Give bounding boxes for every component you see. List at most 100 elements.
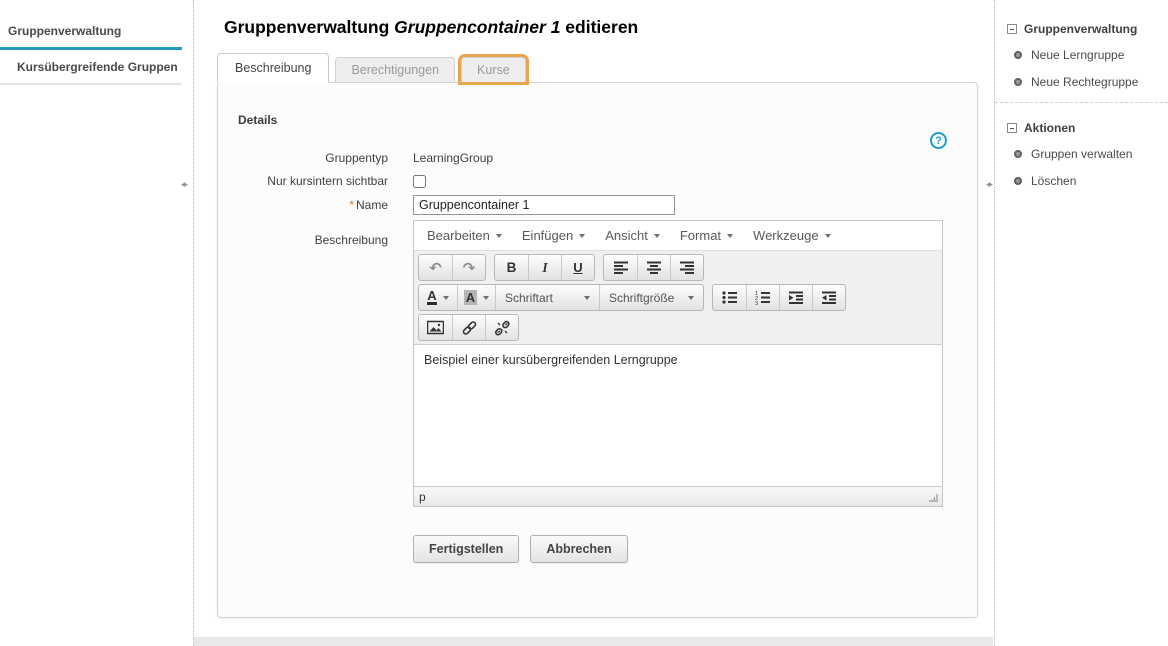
media-link-group	[418, 314, 519, 341]
chevron-down-icon	[584, 296, 590, 300]
menu-einfuegen[interactable]: Einfügen	[512, 221, 595, 250]
right-section-aktionen[interactable]: Aktionen	[1007, 121, 1164, 135]
sidebar-item-gruppenverwaltung[interactable]: Gruppenverwaltung	[0, 24, 182, 50]
indent-icon	[788, 290, 804, 305]
gruppentyp-value: LearningGroup	[413, 151, 493, 165]
page-title-group-name: Gruppencontainer 1	[394, 17, 560, 37]
link-label: Gruppen verwalten	[1031, 147, 1132, 161]
insert-link-button[interactable]	[452, 315, 485, 340]
chevron-down-icon	[483, 296, 489, 300]
text-style-group: B I U	[494, 254, 595, 281]
align-left-icon	[613, 260, 629, 275]
numbered-list-button[interactable]: 123	[746, 285, 779, 310]
bold-icon: B	[507, 260, 517, 275]
undo-button[interactable]: ↶	[419, 255, 452, 280]
name-input[interactable]	[413, 195, 675, 215]
form-row-kursintern: Nur kursintern sichtbar	[238, 172, 957, 190]
underline-button[interactable]: U	[561, 255, 594, 280]
chevron-down-icon	[727, 234, 733, 238]
link-neue-rechtegruppe[interactable]: Neue Rechtegruppe	[1014, 75, 1164, 89]
indent-button[interactable]	[779, 285, 812, 310]
right-column-resize-handle[interactable]: ◂▸	[986, 179, 991, 190]
align-right-button[interactable]	[670, 255, 703, 280]
menu-werkzeuge[interactable]: Werkzeuge	[743, 221, 841, 250]
undo-redo-group: ↶ ↷	[418, 254, 486, 281]
section-title: Gruppenverwaltung	[1024, 22, 1137, 36]
remove-link-button[interactable]	[485, 315, 518, 340]
menu-ansicht[interactable]: Ansicht	[595, 221, 670, 250]
link-label: Neue Lerngruppe	[1031, 48, 1124, 62]
chevron-down-icon	[579, 234, 585, 238]
link-label: Löschen	[1031, 174, 1076, 188]
fertigstellen-button[interactable]: Fertigstellen	[413, 535, 519, 563]
font-size-select[interactable]: Schriftgröße	[599, 285, 703, 310]
redo-icon: ↷	[463, 259, 476, 277]
page-title: Gruppenverwaltung Gruppencontainer 1 edi…	[224, 17, 994, 38]
required-marker: *	[349, 198, 354, 212]
list-indent-group: 123	[712, 284, 846, 311]
align-center-button[interactable]	[637, 255, 670, 280]
collapse-icon[interactable]	[1007, 24, 1017, 34]
link-loeschen[interactable]: Löschen	[1014, 174, 1164, 188]
svg-text:3: 3	[755, 301, 758, 305]
tab-label: Berechtigungen	[351, 63, 439, 77]
page-title-prefix: Gruppenverwaltung	[224, 17, 394, 37]
bullet-icon	[1014, 177, 1022, 185]
menu-format[interactable]: Format	[670, 221, 743, 250]
resize-grip-icon[interactable]	[928, 491, 939, 502]
bullet-list-button[interactable]	[713, 285, 746, 310]
tab-bar: Beschreibung Berechtigungen Kurse	[217, 53, 994, 82]
right-sidebar: Gruppenverwaltung Neue Lerngruppe Neue R…	[994, 0, 1168, 646]
link-icon	[461, 320, 478, 336]
form-panel: Details ? Gruppentyp LearningGroup Nur k…	[217, 82, 978, 618]
align-left-button[interactable]	[604, 255, 637, 280]
outdent-icon	[821, 290, 837, 305]
menu-bearbeiten[interactable]: Bearbeiten	[417, 221, 512, 250]
italic-icon: I	[542, 260, 547, 276]
align-center-icon	[646, 260, 662, 275]
gruppentyp-label: Gruppentyp	[238, 151, 388, 165]
underline-icon: U	[573, 260, 582, 275]
help-icon[interactable]: ?	[930, 132, 947, 149]
bullet-icon	[1014, 150, 1022, 158]
right-section-gruppenverwaltung[interactable]: Gruppenverwaltung	[1007, 22, 1164, 36]
bold-button[interactable]: B	[495, 255, 528, 280]
editor-content-area[interactable]: Beispiel einer kursübergreifenden Lerngr…	[414, 345, 942, 486]
toolbar-row-2: A A Schriftart Schriftgröße 123	[418, 284, 938, 314]
align-group	[603, 254, 704, 281]
form-row-beschreibung: Beschreibung Bearbeiten Einfügen Ansicht…	[238, 220, 957, 507]
link-label: Neue Rechtegruppe	[1031, 75, 1138, 89]
insert-image-button[interactable]	[419, 315, 452, 340]
link-neue-lerngruppe[interactable]: Neue Lerngruppe	[1014, 48, 1164, 62]
font-group: A A Schriftart Schriftgröße	[418, 284, 704, 311]
section-title: Details	[238, 113, 957, 127]
chevron-down-icon	[496, 234, 502, 238]
section-title: Aktionen	[1024, 121, 1075, 135]
sidebar-item-kursuebergreifende-gruppen[interactable]: Kursübergreifende Gruppen	[0, 50, 182, 85]
bullet-list-icon	[722, 290, 738, 305]
beschreibung-label: Beschreibung	[238, 220, 388, 247]
collapse-icon[interactable]	[1007, 123, 1017, 133]
tab-berechtigungen[interactable]: Berechtigungen	[335, 57, 455, 82]
italic-button[interactable]: I	[528, 255, 561, 280]
outdent-button[interactable]	[812, 285, 845, 310]
sidebar-item-label: Gruppenverwaltung	[8, 24, 121, 38]
background-color-button[interactable]: A	[457, 285, 495, 310]
editor-toolbars: ↶ ↷ B I U	[414, 251, 942, 345]
abbrechen-button[interactable]: Abbrechen	[530, 535, 627, 563]
font-family-select[interactable]: Schriftart	[495, 285, 599, 310]
tab-beschreibung[interactable]: Beschreibung	[217, 53, 329, 83]
form-row-gruppentyp: Gruppentyp LearningGroup	[238, 149, 957, 167]
element-path: p	[419, 490, 426, 504]
tab-kurse[interactable]: Kurse	[461, 57, 526, 82]
bullet-icon	[1014, 78, 1022, 86]
text-color-button[interactable]: A	[419, 285, 457, 310]
left-column-resize-handle[interactable]: ◂▸	[181, 179, 186, 190]
toolbar-row-1: ↶ ↷ B I U	[418, 254, 938, 284]
chevron-down-icon	[688, 296, 694, 300]
kursintern-checkbox[interactable]	[413, 175, 426, 188]
redo-button[interactable]: ↷	[452, 255, 485, 280]
chevron-down-icon	[654, 234, 660, 238]
tab-label: Kurse	[477, 63, 510, 77]
link-gruppen-verwalten[interactable]: Gruppen verwalten	[1014, 147, 1164, 161]
